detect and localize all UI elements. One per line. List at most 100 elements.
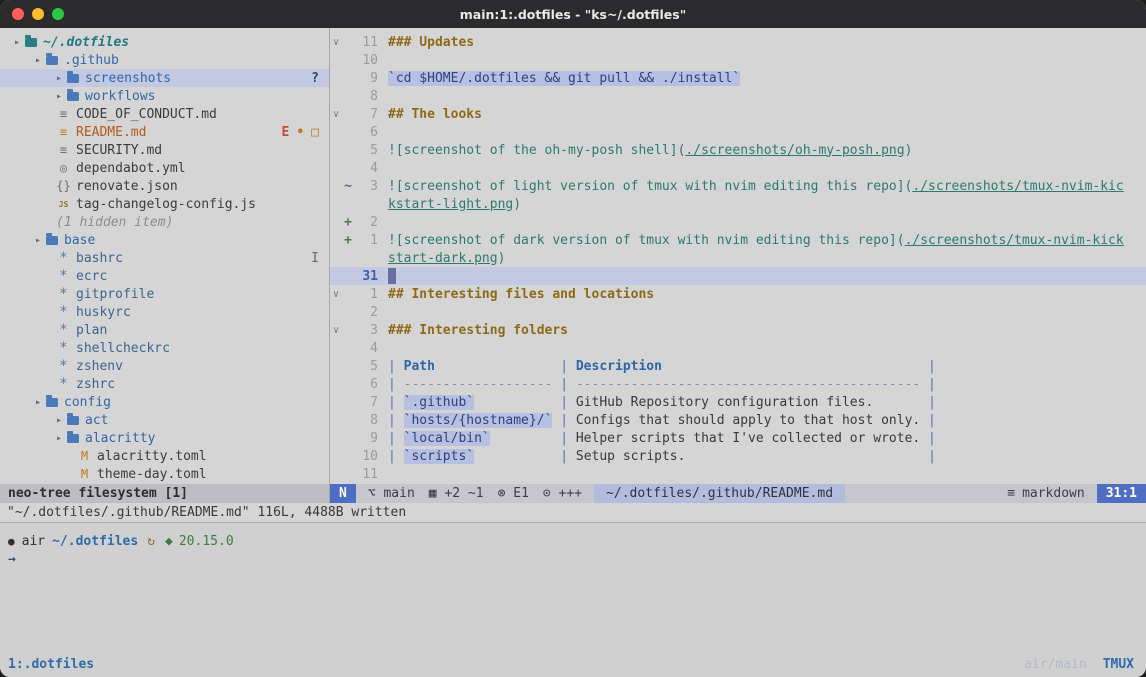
text-segment: ) xyxy=(498,251,506,266)
tree-item[interactable]: JStag-changelog-config.js xyxy=(0,195,329,213)
editor-line[interactable]: +2 xyxy=(330,213,1146,231)
shell-cursor-line[interactable]: → xyxy=(8,550,1146,568)
tree-item-label: config xyxy=(64,395,111,410)
line-number: 1 xyxy=(354,233,378,248)
chevron-icon[interactable]: ▸ xyxy=(35,235,41,246)
tree-item[interactable]: ▸.github xyxy=(0,51,329,69)
editor-line[interactable]: 11 xyxy=(330,465,1146,483)
tree-item[interactable]: *gitprofile xyxy=(0,285,329,303)
editor-line[interactable]: kstart-light.png) xyxy=(330,195,1146,213)
text-segment: Configs that should apply to that host o… xyxy=(576,413,920,428)
editor-line[interactable]: 2 xyxy=(330,303,1146,321)
chevron-icon[interactable]: ▸ xyxy=(14,37,20,48)
editor-line[interactable]: 4 xyxy=(330,159,1146,177)
tree-item[interactable]: *zshrc xyxy=(0,375,329,393)
editor-line[interactable]: ∨ 3### Interesting folders xyxy=(330,321,1146,339)
git-sign-icon: + xyxy=(342,215,354,230)
editor-line[interactable]: +1![screenshot of dark version of tmux w… xyxy=(330,231,1146,249)
sign-column xyxy=(342,323,354,338)
editor-line[interactable]: 8| `hosts/{hostname}/` | Configs that sh… xyxy=(330,411,1146,429)
tree-item-label: CODE_OF_CONDUCT.md xyxy=(76,107,217,122)
tree-item[interactable]: *ecrc xyxy=(0,267,329,285)
fold-chevron-icon[interactable]: ∨ xyxy=(330,325,342,336)
tree-item-label: alacritty xyxy=(85,431,155,446)
editor-line[interactable]: ∨ 7## The looks xyxy=(330,105,1146,123)
chevron-icon[interactable]: ▸ xyxy=(56,415,62,426)
zoom-button[interactable] xyxy=(52,8,64,20)
line-number: 8 xyxy=(354,89,378,104)
tree-item[interactable]: ▸screenshots? xyxy=(0,69,329,87)
minimize-button[interactable] xyxy=(32,8,44,20)
prompt-path: ~/.dotfiles xyxy=(52,534,138,549)
file-icon: ≡ xyxy=(56,125,71,139)
chevron-icon[interactable]: ▸ xyxy=(35,397,41,408)
tree-item[interactable]: *huskyrc xyxy=(0,303,329,321)
tree-item[interactable]: ▸~/.dotfiles xyxy=(0,33,329,51)
tree-item[interactable]: Malacritty.toml xyxy=(0,447,329,465)
tree-item[interactable]: ▸ config xyxy=(0,393,329,411)
editor-line[interactable]: 10| `scripts` | Setup scripts. | xyxy=(330,447,1146,465)
folder-icon xyxy=(67,416,79,425)
tree-item[interactable]: ▸base xyxy=(0,231,329,249)
line-number: 5 xyxy=(354,143,378,158)
folder-icon xyxy=(67,434,79,443)
editor-line[interactable]: 5| Path | Description | xyxy=(330,357,1146,375)
fold-chevron-icon[interactable]: ∨ xyxy=(330,289,342,300)
tree-item[interactable]: ≡README.mdE•□ xyxy=(0,123,329,141)
editor-line[interactable]: 6| ------------------- | ---------------… xyxy=(330,375,1146,393)
editor-line[interactable]: 4 xyxy=(330,339,1146,357)
tree-item[interactable]: ▸workflows xyxy=(0,87,329,105)
text-segment: `hosts/{hostname}/` xyxy=(404,413,553,428)
editor-line[interactable]: 8 xyxy=(330,87,1146,105)
tree-item[interactable]: ▸ alacritty xyxy=(0,429,329,447)
file-icon: M xyxy=(77,467,92,481)
text-segment: ### Interesting folders xyxy=(388,323,568,338)
close-button[interactable] xyxy=(12,8,24,20)
tree-item[interactable]: {}renovate.json xyxy=(0,177,329,195)
editor-line[interactable]: 5![screenshot of the oh-my-posh shell](.… xyxy=(330,141,1146,159)
shell-pane[interactable]: ● air ~/.dotfiles ↻ ◆ 20.15.0 → 1:.dotfi… xyxy=(0,522,1146,677)
tree-item[interactable]: ◎dependabot.yml xyxy=(0,159,329,177)
fold-chevron-icon[interactable]: ∨ xyxy=(330,109,342,120)
status-badge: ? xyxy=(311,71,319,86)
editor-line[interactable]: ∨ 11### Updates xyxy=(330,33,1146,51)
tree-item[interactable]: *zshenv xyxy=(0,357,329,375)
editor-line[interactable]: 31 xyxy=(330,267,1146,285)
text-segment: Helper scripts that I've collected or wr… xyxy=(576,431,920,446)
chevron-icon[interactable]: ▸ xyxy=(56,73,62,84)
tree-item[interactable]: *shellcheckrc xyxy=(0,339,329,357)
line-text: | Path | Description | xyxy=(388,359,936,374)
chevron-icon[interactable]: ▸ xyxy=(56,91,62,102)
tree-item[interactable]: ≡SECURITY.md xyxy=(0,141,329,159)
chevron-icon[interactable]: ▸ xyxy=(56,433,62,444)
editor-line[interactable]: start-dark.png) xyxy=(330,249,1146,267)
tree-item-label: shellcheckrc xyxy=(76,341,170,356)
fold-column xyxy=(330,343,342,354)
terminal-window: main:1:.dotfiles - "ks~/.dotfiles" ▸~/.d… xyxy=(0,0,1146,677)
editor-line[interactable]: 9`cd $HOME/.dotfiles && git pull && ./in… xyxy=(330,69,1146,87)
git-sign-icon: ~ xyxy=(342,179,354,194)
tree-item[interactable]: ≡CODE_OF_CONDUCT.md xyxy=(0,105,329,123)
tree-item[interactable]: *bashrcI xyxy=(0,249,329,267)
file-icon: * xyxy=(56,250,71,266)
chevron-icon[interactable]: ▸ xyxy=(35,55,41,66)
folder-icon xyxy=(25,38,37,47)
editor-pane[interactable]: ∨ 11### Updates 10 9`cd $HOME/.dotfiles … xyxy=(330,28,1146,484)
tree-item[interactable]: *plan xyxy=(0,321,329,339)
editor-line[interactable]: ~3![screenshot of light version of tmux … xyxy=(330,177,1146,195)
fold-column xyxy=(330,379,342,390)
tmux-window-label[interactable]: 1:.dotfiles xyxy=(8,657,94,672)
text-segment: ### Updates xyxy=(388,35,474,50)
git-sign-icon: + xyxy=(342,233,354,248)
line-text: | `local/bin` | Helper scripts that I've… xyxy=(388,431,936,446)
tree-item[interactable]: ▸act xyxy=(0,411,329,429)
tree-item-label: plan xyxy=(76,323,107,338)
fold-chevron-icon[interactable]: ∨ xyxy=(330,37,342,48)
editor-line[interactable]: 6 xyxy=(330,123,1146,141)
editor-line[interactable]: 7| `.github` | GitHub Repository configu… xyxy=(330,393,1146,411)
editor-line[interactable]: 9| `local/bin` | Helper scripts that I'v… xyxy=(330,429,1146,447)
tree-item[interactable]: Mtheme-day.toml xyxy=(0,465,329,483)
editor-line[interactable]: ∨ 1## Interesting files and locations xyxy=(330,285,1146,303)
editor-line[interactable]: 10 xyxy=(330,51,1146,69)
line-number: 4 xyxy=(354,161,378,176)
